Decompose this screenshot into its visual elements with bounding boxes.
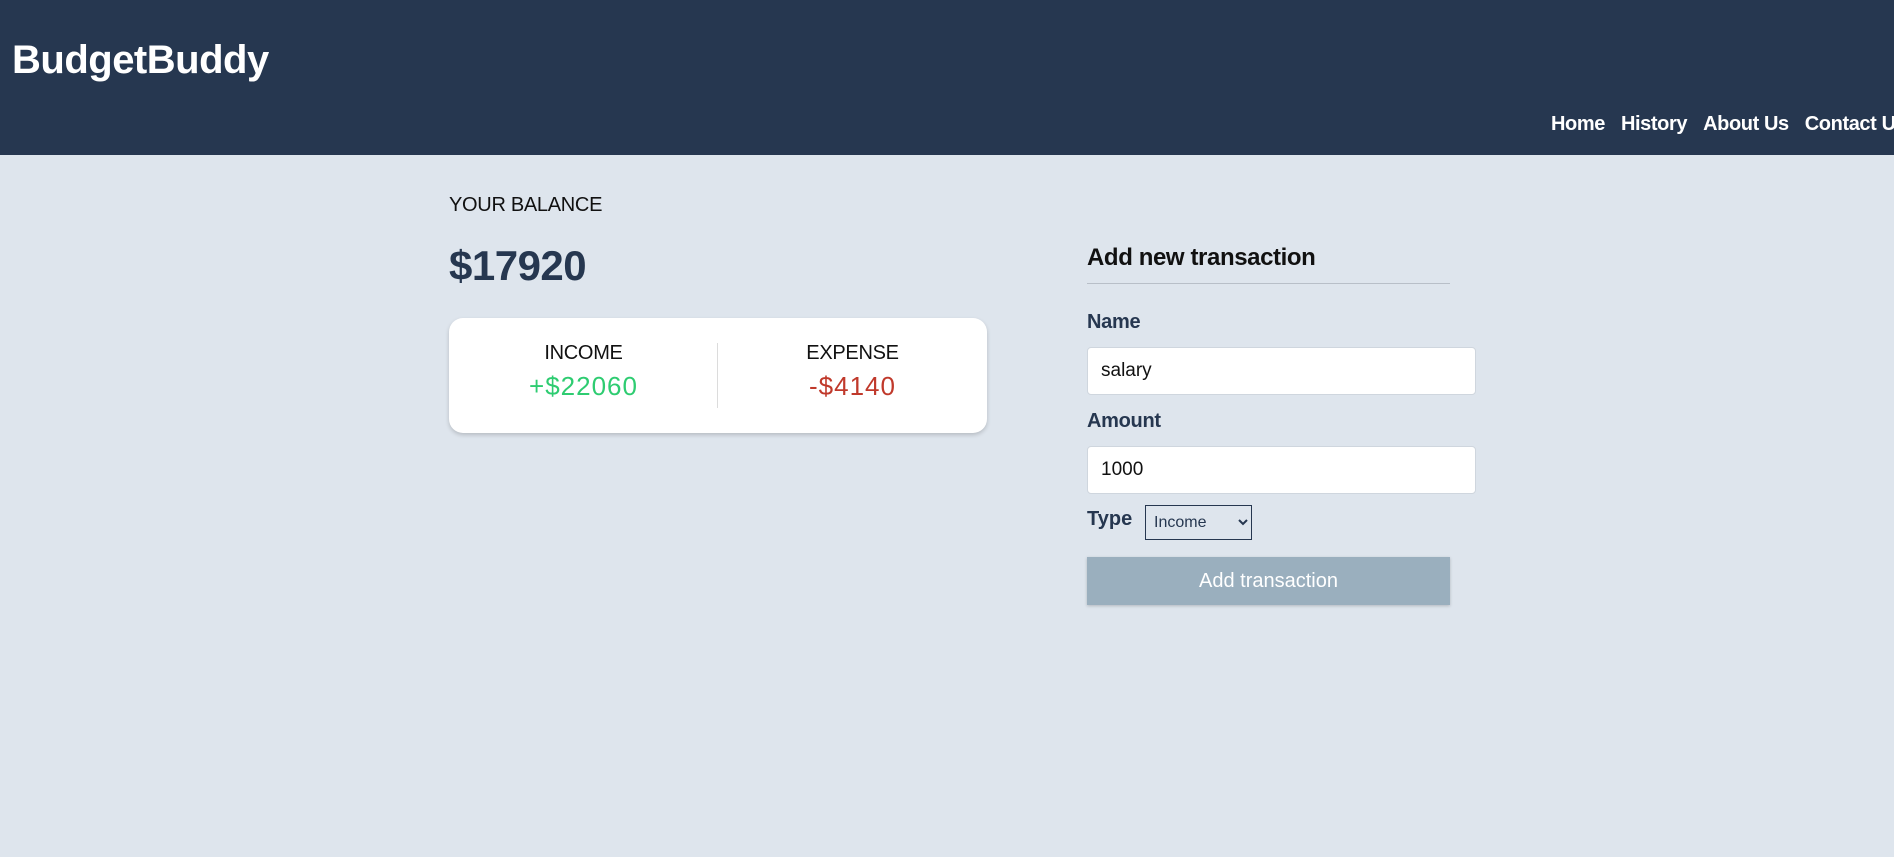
brand-logo[interactable]: BudgetBuddy [12,38,269,83]
nav-contact-link[interactable]: Contact Us [1805,113,1894,141]
add-transaction-button[interactable]: Add transaction [1087,557,1450,605]
type-select[interactable]: Income [1145,505,1252,540]
main-nav: Home History About Us Contact Us [1551,113,1894,141]
nav-about-link[interactable]: About Us [1703,113,1789,141]
expense-column: EXPENSE -$4140 [718,342,987,402]
balance-value: $17920 [449,242,587,289]
form-divider [1087,283,1450,284]
name-label: Name [1087,311,1141,333]
nav-home-link[interactable]: Home [1551,113,1605,141]
amount-input[interactable] [1087,446,1476,494]
type-label: Type [1087,508,1133,530]
top-bar: BudgetBuddy Home History About Us Contac… [0,0,1894,155]
income-expense-card: INCOME +$22060 EXPENSE -$4140 [449,318,987,433]
income-column: INCOME +$22060 [449,342,718,402]
amount-label: Amount [1087,410,1161,432]
balance-label: YOUR BALANCE [449,194,603,216]
income-value: +$22060 [529,371,638,401]
nav-history-link[interactable]: History [1621,113,1688,141]
name-input[interactable] [1087,347,1476,395]
expense-value: -$4140 [809,371,896,401]
income-label: INCOME [544,342,623,364]
form-title: Add new transaction [1087,244,1316,271]
expense-label: EXPENSE [806,342,899,364]
